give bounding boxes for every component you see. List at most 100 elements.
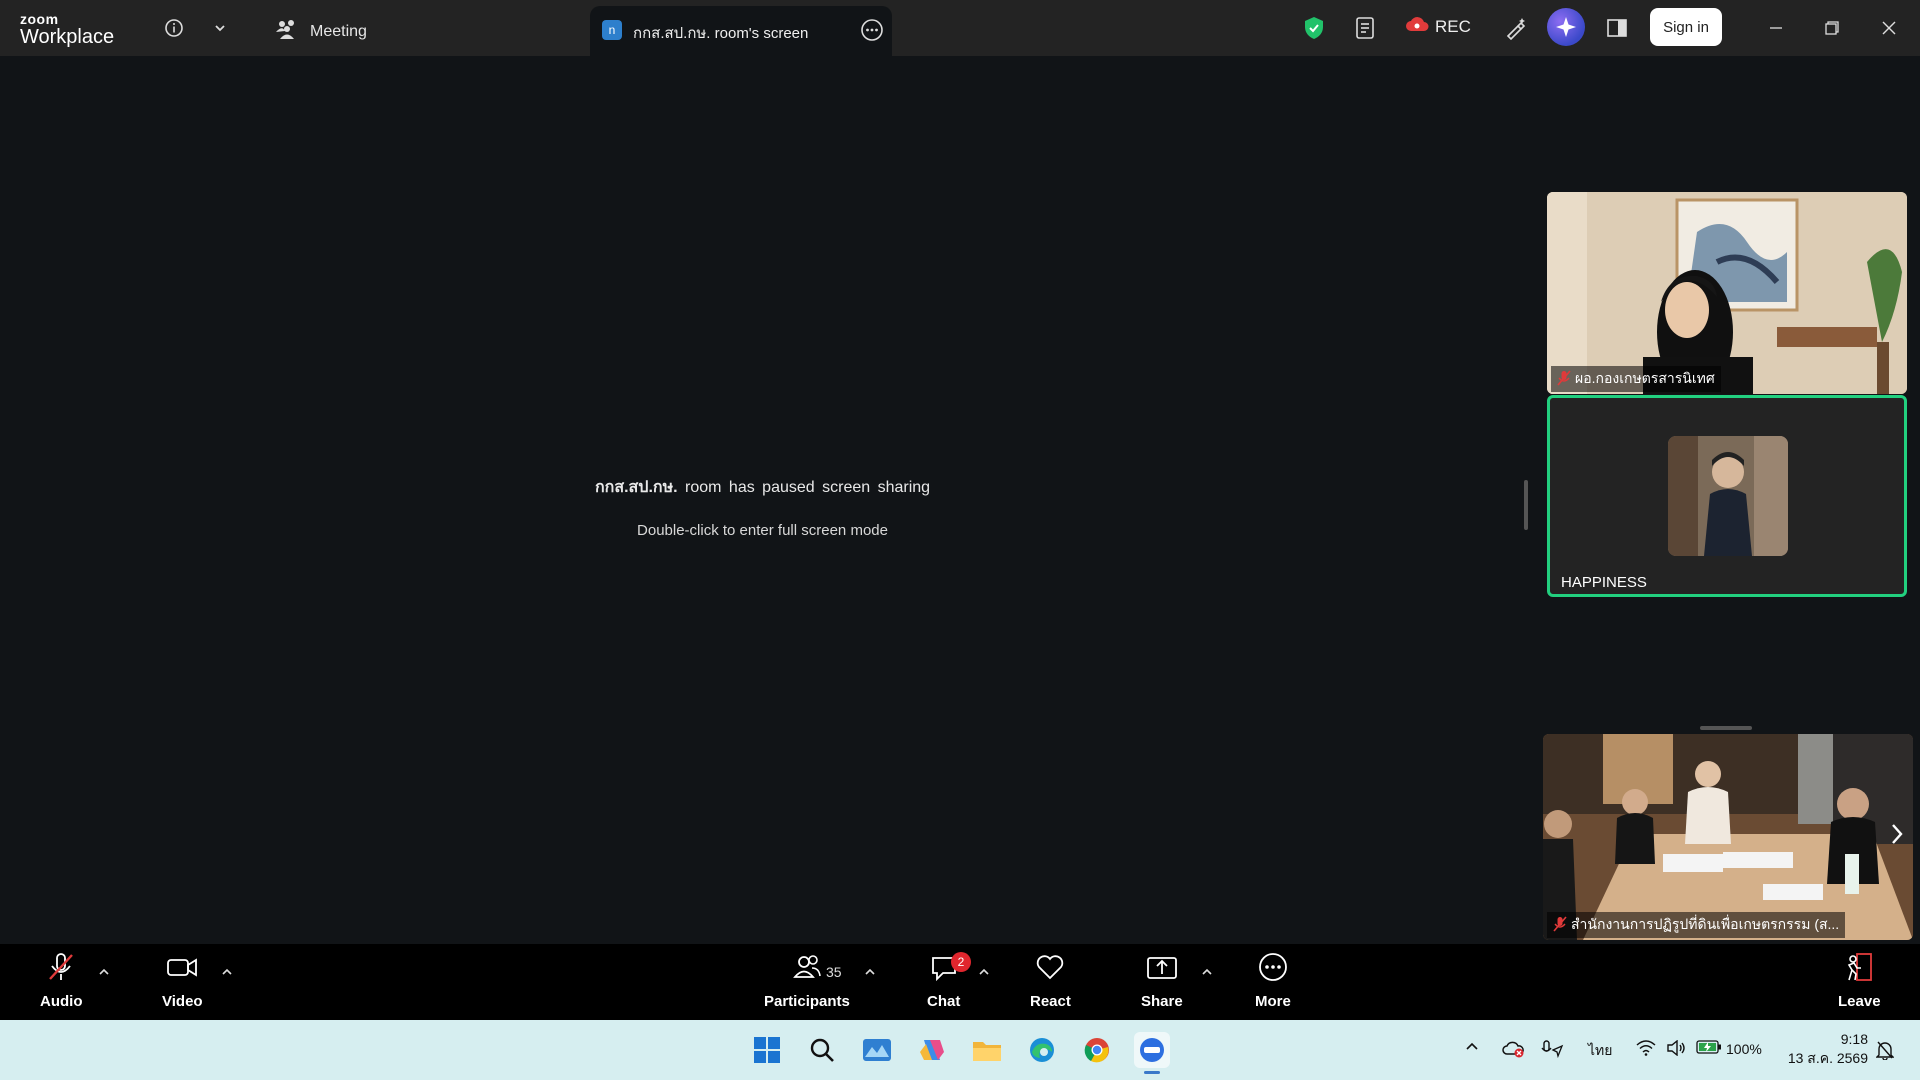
copilot-icon[interactable] bbox=[914, 1032, 950, 1068]
paused-text: room has paused screen sharing bbox=[685, 479, 931, 496]
participant-video bbox=[1547, 192, 1907, 394]
sign-in-button[interactable]: Sign in bbox=[1650, 8, 1722, 46]
participant-name: ผอ.กองเกษตรสารนิเทศ bbox=[1575, 370, 1715, 386]
brand-top: zoom bbox=[20, 11, 59, 27]
video-tile[interactable]: ผอ.กองเกษตรสารนิเทศ bbox=[1547, 192, 1907, 394]
notification-bell-icon[interactable] bbox=[1876, 1040, 1894, 1060]
windows-start-icon[interactable] bbox=[749, 1032, 785, 1068]
mic-muted-icon bbox=[1553, 915, 1567, 935]
cloud-record-icon bbox=[1405, 16, 1429, 37]
people-group-icon bbox=[276, 19, 298, 44]
battery-charging-icon bbox=[1696, 1040, 1722, 1057]
more-dots-icon bbox=[1258, 952, 1288, 987]
tab-screen-share[interactable]: n กกส.สป.กษ. room's screen bbox=[590, 6, 892, 56]
chat-unread-badge: 2 bbox=[951, 952, 971, 972]
video-tile[interactable]: สำนักงานการปฏิรูปที่ดินเพื่อเกษตรกรรม (ส… bbox=[1543, 734, 1913, 940]
more-button[interactable]: More bbox=[1255, 952, 1291, 1010]
tab-avatar: n bbox=[602, 20, 622, 40]
clock-date: 13 ส.ค. 2569 bbox=[1787, 1050, 1868, 1066]
participant-name-label: สำนักงานการปฏิรูปที่ดินเพื่อเกษตรกรรม (ส… bbox=[1547, 912, 1846, 938]
battery-status[interactable]: 100% bbox=[1696, 1040, 1762, 1057]
mic-muted-icon bbox=[1557, 369, 1571, 389]
drag-handle[interactable] bbox=[1700, 726, 1752, 730]
search-icon[interactable] bbox=[804, 1032, 840, 1068]
leave-button[interactable]: Leave bbox=[1838, 952, 1881, 1010]
zoom-workplace-logo: zoom Workplace bbox=[20, 12, 114, 47]
participant-name: HAPPINESS bbox=[1561, 574, 1647, 591]
system-clock[interactable]: 9:18 13 ส.ค. 2569 bbox=[1788, 1030, 1868, 1068]
chevron-up-icon[interactable] bbox=[978, 966, 990, 980]
share-screen-icon bbox=[1146, 952, 1178, 987]
participants-count: 35 bbox=[826, 964, 842, 980]
meeting-menu[interactable]: Meeting bbox=[276, 19, 367, 44]
more-options-icon[interactable] bbox=[860, 18, 884, 47]
sharer-name: กกส.สป.กษ. bbox=[594, 479, 678, 496]
notes-icon[interactable] bbox=[1351, 14, 1379, 42]
chevron-up-icon[interactable] bbox=[1201, 966, 1213, 980]
wifi-icon[interactable] bbox=[1636, 1040, 1656, 1056]
panel-resize-handle[interactable] bbox=[1524, 480, 1528, 530]
participant-video bbox=[1543, 734, 1913, 940]
minimize-icon[interactable] bbox=[1762, 14, 1790, 42]
react-label: React bbox=[1030, 993, 1071, 1010]
paused-line: กกส.สป.กษ. room has paused screen sharin… bbox=[430, 475, 1095, 500]
show-hidden-icons-chevron[interactable] bbox=[1464, 1040, 1480, 1052]
mic-muted-icon bbox=[46, 952, 76, 987]
ai-companion-button[interactable] bbox=[1547, 8, 1585, 46]
audio-button[interactable]: Audio bbox=[40, 952, 83, 1010]
close-icon[interactable] bbox=[1875, 14, 1903, 42]
rec-label: REC bbox=[1435, 16, 1471, 36]
participant-name-label: HAPPINESS bbox=[1555, 572, 1653, 593]
video-button[interactable]: Video bbox=[162, 952, 203, 1010]
input-language[interactable]: ไทย bbox=[1588, 1040, 1612, 1062]
avatar bbox=[1668, 436, 1788, 556]
chevron-right-icon[interactable] bbox=[1889, 822, 1905, 853]
leave-label: Leave bbox=[1838, 993, 1881, 1010]
chevron-down-icon[interactable] bbox=[206, 14, 234, 42]
react-button[interactable]: React bbox=[1030, 952, 1071, 1010]
participants-label: Participants bbox=[764, 993, 850, 1010]
battery-percent: 100% bbox=[1726, 1040, 1762, 1057]
participants-icon bbox=[792, 952, 822, 987]
chrome-browser-icon[interactable] bbox=[1079, 1032, 1115, 1068]
leave-door-icon bbox=[1843, 952, 1875, 987]
chevron-up-icon[interactable] bbox=[98, 966, 110, 980]
mic-in-use-icon[interactable] bbox=[1540, 1040, 1564, 1058]
participants-button[interactable]: Participants bbox=[764, 952, 850, 1010]
participant-name: สำนักงานการปฏิรูปที่ดินเพื่อเกษตรกรรม (ส… bbox=[1571, 916, 1840, 932]
chevron-up-icon[interactable] bbox=[221, 966, 233, 980]
chevron-up-icon[interactable] bbox=[864, 966, 876, 980]
video-label: Video bbox=[162, 993, 203, 1010]
edge-browser-icon[interactable] bbox=[1024, 1032, 1060, 1068]
share-label: Share bbox=[1141, 993, 1183, 1010]
meeting-controls-bar: Audio Video Participants 35 2 Chat React… bbox=[0, 944, 1920, 1020]
chat-button[interactable]: 2 Chat bbox=[927, 952, 971, 1010]
participant-name-label: ผอ.กองเกษตรสารนิเทศ bbox=[1551, 366, 1721, 392]
video-tile-active-speaker[interactable]: HAPPINESS bbox=[1547, 395, 1907, 597]
layout-panel-icon[interactable] bbox=[1603, 14, 1631, 42]
zoom-app-icon[interactable] bbox=[1134, 1032, 1170, 1074]
widgets-icon[interactable] bbox=[859, 1032, 895, 1068]
sparkle-icon bbox=[1556, 17, 1576, 37]
video-camera-icon bbox=[166, 952, 198, 987]
brand-bottom: Workplace bbox=[20, 26, 115, 48]
annotate-pen-icon[interactable] bbox=[1502, 14, 1530, 42]
title-bar: zoom Workplace Meeting n กกส.สป.กษ. room… bbox=[0, 0, 1920, 56]
meeting-label: Meeting bbox=[310, 22, 367, 40]
heart-icon bbox=[1035, 952, 1065, 987]
shield-icon[interactable] bbox=[1300, 14, 1328, 42]
more-label: More bbox=[1255, 993, 1291, 1010]
tab-title: กกส.สป.กษ. room's screen bbox=[633, 25, 809, 42]
file-explorer-icon[interactable] bbox=[969, 1032, 1005, 1068]
record-button[interactable]: REC bbox=[1405, 16, 1471, 37]
info-icon[interactable] bbox=[160, 14, 188, 42]
chat-label: Chat bbox=[927, 993, 961, 1010]
fullscreen-hint: Double-click to enter full screen mode bbox=[637, 522, 888, 539]
volume-icon[interactable] bbox=[1666, 1040, 1686, 1056]
share-button[interactable]: Share bbox=[1141, 952, 1183, 1010]
onedrive-error-icon[interactable] bbox=[1502, 1040, 1526, 1058]
clock-time: 9:18 bbox=[1840, 1031, 1868, 1047]
paused-share-message[interactable]: กกส.สป.กษ. room has paused screen sharin… bbox=[430, 475, 1095, 539]
audio-label: Audio bbox=[40, 993, 83, 1010]
restore-icon[interactable] bbox=[1818, 14, 1846, 42]
